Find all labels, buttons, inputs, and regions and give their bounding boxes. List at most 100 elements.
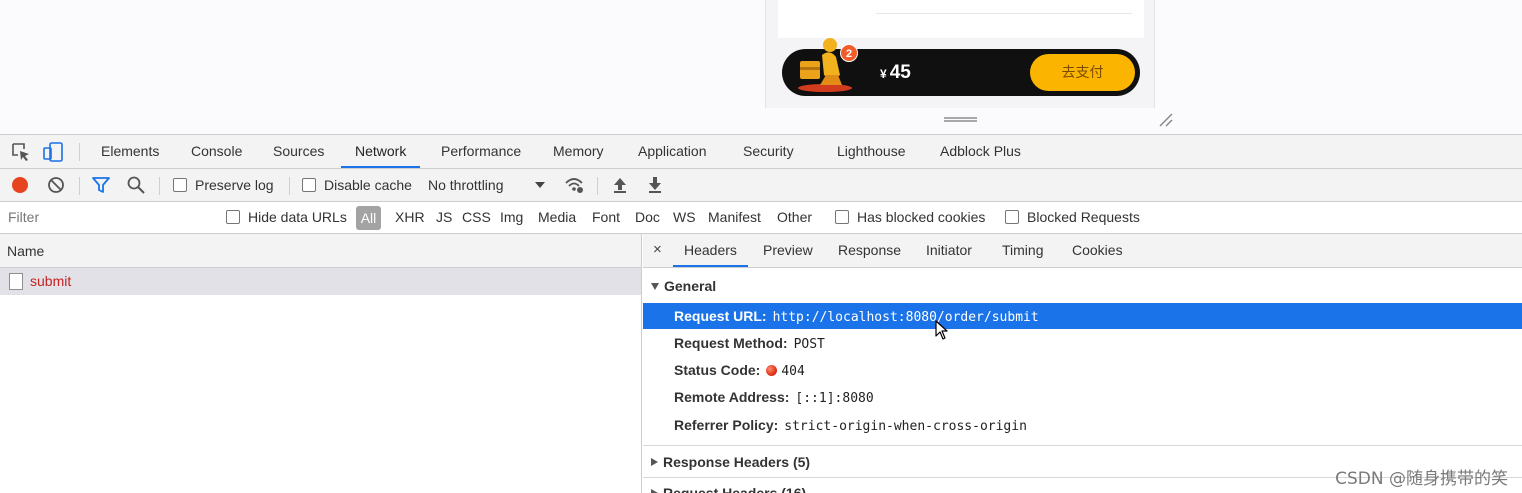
disable-cache-checkbox[interactable]: [302, 178, 316, 192]
tab-memory[interactable]: Memory: [553, 135, 604, 168]
triangle-right-icon: [651, 458, 658, 466]
watermark: CSDN @随身携带的笑: [1335, 469, 1508, 489]
currency-symbol: ¥: [880, 67, 887, 81]
remote-address-row[interactable]: Remote Address: [::1]:8080: [643, 384, 1522, 410]
table-row[interactable]: submit: [0, 268, 641, 295]
tab-application[interactable]: Application: [638, 135, 707, 168]
network-toolbar: Preserve log Disable cache No throttling: [0, 169, 1522, 202]
filter-bar: Filter Hide data URLs All XHR JS CSS Img…: [0, 202, 1522, 234]
status-error-icon: [766, 365, 778, 376]
type-filter-css[interactable]: CSS: [462, 202, 491, 233]
request-details: × Headers Preview Response Initiator Tim…: [643, 234, 1522, 493]
clear-icon[interactable]: [46, 175, 66, 195]
tab-security[interactable]: Security: [743, 135, 794, 168]
type-filter-xhr[interactable]: XHR: [395, 202, 425, 233]
request-url-row[interactable]: Request URL: http://localhost:8080/order/…: [643, 303, 1522, 329]
tab-preview[interactable]: Preview: [763, 234, 813, 267]
disable-cache-label: Disable cache: [324, 177, 412, 193]
status-code-row[interactable]: Status Code: 404: [643, 357, 1522, 383]
request-headers-title: Request Headers (16): [663, 485, 807, 493]
triangle-right-icon: [651, 489, 658, 493]
devtools-panel: Elements Console Sources Network Perform…: [0, 134, 1522, 493]
header-key: Referrer Policy:: [674, 417, 779, 433]
tab-performance[interactable]: Performance: [441, 135, 521, 168]
triangle-down-icon: [651, 283, 659, 290]
header-value: strict-origin-when-cross-origin: [784, 419, 1027, 434]
search-icon[interactable]: [126, 175, 146, 195]
tab-response[interactable]: Response: [838, 234, 901, 267]
request-method-row[interactable]: Request Method: POST: [643, 330, 1522, 356]
close-icon[interactable]: ×: [653, 234, 662, 266]
header-value: http://localhost:8080/order/submit: [772, 310, 1039, 325]
tab-sources[interactable]: Sources: [273, 135, 324, 168]
header-value: [::1]:8080: [795, 391, 874, 406]
tab-adblock-plus[interactable]: Adblock Plus: [940, 135, 1021, 168]
export-har-icon[interactable]: [645, 175, 665, 195]
request-headers-section-header[interactable]: Request Headers (16): [651, 485, 806, 493]
type-filter-ws[interactable]: WS: [673, 202, 696, 233]
throttling-select[interactable]: No throttling: [428, 169, 503, 202]
cart-bar[interactable]: 2 ¥45 去支付: [782, 38, 1140, 96]
total-amount: 45: [889, 62, 911, 83]
tab-console[interactable]: Console: [191, 135, 242, 168]
header-key: Request URL:: [674, 308, 767, 324]
type-filter-font[interactable]: Font: [592, 202, 620, 233]
record-icon[interactable]: [10, 175, 30, 195]
type-filter-other[interactable]: Other: [777, 202, 812, 233]
filter-icon[interactable]: [91, 175, 111, 195]
type-filter-js[interactable]: JS: [436, 202, 452, 233]
tab-headers[interactable]: Headers: [673, 234, 748, 267]
request-name[interactable]: submit: [30, 268, 71, 295]
cart-badge: 2: [840, 44, 858, 62]
device-toolbar-icon[interactable]: [42, 141, 64, 163]
general-section-header[interactable]: General: [651, 278, 716, 294]
details-tabbar: × Headers Preview Response Initiator Tim…: [643, 234, 1522, 268]
divider: [643, 445, 1522, 446]
separator: [597, 177, 598, 195]
type-filter-doc[interactable]: Doc: [635, 202, 660, 233]
tab-network[interactable]: Network: [341, 135, 421, 168]
header-key: Request Method:: [674, 335, 788, 351]
hide-data-urls-checkbox[interactable]: [226, 210, 240, 224]
chevron-down-icon[interactable]: [534, 179, 546, 191]
inspect-element-icon[interactable]: [10, 141, 32, 163]
type-filter-media[interactable]: Media: [538, 202, 576, 233]
type-filter-img[interactable]: Img: [500, 202, 523, 233]
tab-lighthouse[interactable]: Lighthouse: [837, 135, 906, 168]
resize-grip-icon[interactable]: [1158, 112, 1174, 128]
tab-cookies[interactable]: Cookies: [1072, 234, 1123, 267]
header-value: 404: [781, 364, 805, 379]
header-key: Remote Address:: [674, 389, 790, 405]
import-har-icon[interactable]: [610, 175, 630, 195]
mobile-viewport: 2 ¥45 去支付: [765, 0, 1155, 108]
drag-handle[interactable]: [944, 117, 977, 122]
type-filter-manifest[interactable]: Manifest: [708, 202, 761, 233]
pay-button[interactable]: 去支付: [1030, 54, 1135, 91]
filter-input[interactable]: Filter: [0, 202, 215, 233]
tab-elements[interactable]: Elements: [101, 135, 159, 168]
request-list: Name submit: [0, 234, 642, 493]
blocked-requests-checkbox[interactable]: [1005, 210, 1019, 224]
phone-content-area: [778, 0, 1144, 38]
preserve-log-label: Preserve log: [195, 177, 274, 193]
header-key: Status Code:: [674, 362, 761, 378]
tab-initiator[interactable]: Initiator: [926, 234, 972, 267]
general-title: General: [664, 278, 717, 294]
divider: [876, 13, 1132, 14]
network-conditions-icon[interactable]: [564, 175, 584, 195]
response-headers-section-header[interactable]: Response Headers (5): [651, 454, 810, 470]
separator: [79, 143, 80, 161]
hide-data-urls-label: Hide data URLs: [248, 209, 347, 225]
has-blocked-cookies-checkbox[interactable]: [835, 210, 849, 224]
response-headers-title: Response Headers (5): [663, 454, 811, 470]
tab-timing[interactable]: Timing: [1002, 234, 1044, 267]
separator: [159, 177, 160, 195]
referrer-policy-row[interactable]: Referrer Policy: strict-origin-when-cross…: [643, 412, 1522, 438]
preserve-log-checkbox[interactable]: [173, 178, 187, 192]
mouse-cursor-icon: [935, 320, 948, 340]
column-header-name[interactable]: Name: [0, 234, 641, 268]
type-filter-all[interactable]: All: [356, 206, 381, 230]
main-tabbar: Elements Console Sources Network Perform…: [0, 135, 1522, 169]
blocked-requests-label: Blocked Requests: [1027, 209, 1140, 225]
header-value: POST: [793, 337, 825, 352]
